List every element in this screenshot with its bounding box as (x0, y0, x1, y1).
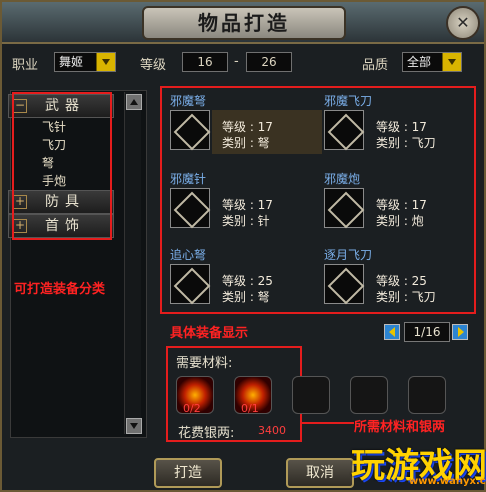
item-card[interactable]: 追心弩 等级 : 25 类别 : 弩 (170, 246, 320, 306)
crossbow-icon[interactable] (170, 110, 210, 150)
item-level: 等级 : 25 (376, 274, 427, 288)
item-name: 追心弩 (170, 248, 207, 262)
throwing-knife-icon[interactable] (324, 264, 364, 304)
cost-value: 3400 (258, 424, 286, 437)
item-level: 等级 : 17 (222, 120, 273, 134)
level-label: 等级 (140, 58, 167, 73)
watermark-url: www.wanyx.com (409, 476, 486, 487)
item-card[interactable]: 邪魔弩 等级 : 17 类别 : 弩 (170, 92, 322, 154)
item-type: 类别 : 炮 (376, 214, 424, 228)
item-name: 邪魔炮 (324, 172, 361, 186)
watermark-logo: 玩游戏网 www.wanyx.com (347, 436, 486, 492)
material-slot-1[interactable]: 0/2 (176, 376, 214, 415)
item-name: 邪魔弩 (170, 94, 207, 108)
item-level: 等级 : 17 (376, 120, 427, 134)
category-scrollbar[interactable] (124, 92, 142, 434)
annotation-pointer-line (302, 422, 354, 424)
quality-select[interactable]: 全部 (402, 52, 462, 72)
material-slot-4[interactable] (350, 376, 388, 414)
item-level: 等级 : 17 (376, 198, 427, 212)
chevron-down-icon[interactable] (442, 53, 461, 71)
chevron-down-icon[interactable] (96, 53, 115, 71)
item-grid: 邪魔弩 等级 : 17 类别 : 弩 邪魔飞刀 等级 : 17 类别 : 飞刀 … (154, 86, 476, 310)
annotation-materials: 所需材料和银两 (354, 420, 446, 435)
material-count: 0/2 (183, 402, 201, 415)
item-card[interactable]: 邪魔飞刀 等级 : 17 类别 : 飞刀 (324, 92, 474, 152)
material-slot-3[interactable] (292, 376, 330, 414)
level-min-field[interactable]: 16 (182, 52, 228, 72)
level-max-field[interactable]: 26 (246, 52, 292, 72)
quality-value: 全部 (407, 55, 432, 69)
cancel-button[interactable]: 取消 (286, 458, 354, 488)
material-slot-2[interactable]: 0/1 (234, 376, 272, 415)
annotation-categories: 可打造装备分类 (14, 282, 106, 297)
level-separator: - (234, 54, 239, 69)
item-name: 邪魔针 (170, 172, 207, 186)
class-label: 职业 (12, 58, 39, 73)
crafting-window: 物品打造 ✕ 职业 舞姬 等级 16 - 26 品质 全部 − 武器 飞针 飞刀… (0, 0, 486, 492)
item-card[interactable]: 邪魔针 等级 : 17 类别 : 针 (170, 170, 320, 230)
item-name: 逐月飞刀 (324, 248, 373, 262)
scroll-up-icon[interactable] (126, 94, 142, 110)
item-type: 类别 : 飞刀 (376, 136, 436, 150)
prev-page-icon[interactable] (384, 324, 400, 340)
filter-bar: 职业 舞姬 等级 16 - 26 品质 全部 (10, 52, 480, 74)
cost-label: 花费银两: (178, 426, 235, 441)
craft-button[interactable]: 打造 (154, 458, 222, 488)
window-title: 物品打造 (142, 6, 346, 40)
throwing-knife-icon[interactable] (324, 110, 364, 150)
annotation-items: 具体装备显示 (170, 326, 249, 341)
item-level: 等级 : 25 (222, 274, 273, 288)
close-icon[interactable]: ✕ (446, 6, 480, 40)
hand-cannon-icon[interactable] (324, 188, 364, 228)
material-slot-5[interactable] (408, 376, 446, 414)
needle-icon[interactable] (170, 188, 210, 228)
class-select[interactable]: 舞姬 (54, 52, 116, 72)
item-level: 等级 : 17 (222, 198, 273, 212)
class-value: 舞姬 (59, 55, 84, 69)
item-type: 类别 : 针 (222, 214, 270, 228)
item-type: 类别 : 飞刀 (376, 290, 436, 304)
scroll-down-icon[interactable] (126, 418, 142, 434)
pagination: 1/16 (382, 322, 472, 344)
title-bar: 物品打造 ✕ (2, 2, 484, 44)
item-card[interactable]: 邪魔炮 等级 : 17 类别 : 炮 (324, 170, 474, 230)
next-page-icon[interactable] (452, 324, 468, 340)
item-name: 邪魔飞刀 (324, 94, 373, 108)
materials-label: 需要材料: (176, 356, 233, 371)
quality-label: 品质 (362, 58, 389, 73)
crossbow-icon[interactable] (170, 264, 210, 304)
item-type: 类别 : 弩 (222, 290, 270, 304)
annotation-box-categories (12, 92, 112, 240)
item-type: 类别 : 弩 (222, 136, 270, 150)
material-count: 0/1 (241, 402, 259, 415)
item-card[interactable]: 逐月飞刀 等级 : 25 类别 : 飞刀 (324, 246, 474, 306)
page-indicator: 1/16 (404, 322, 450, 342)
